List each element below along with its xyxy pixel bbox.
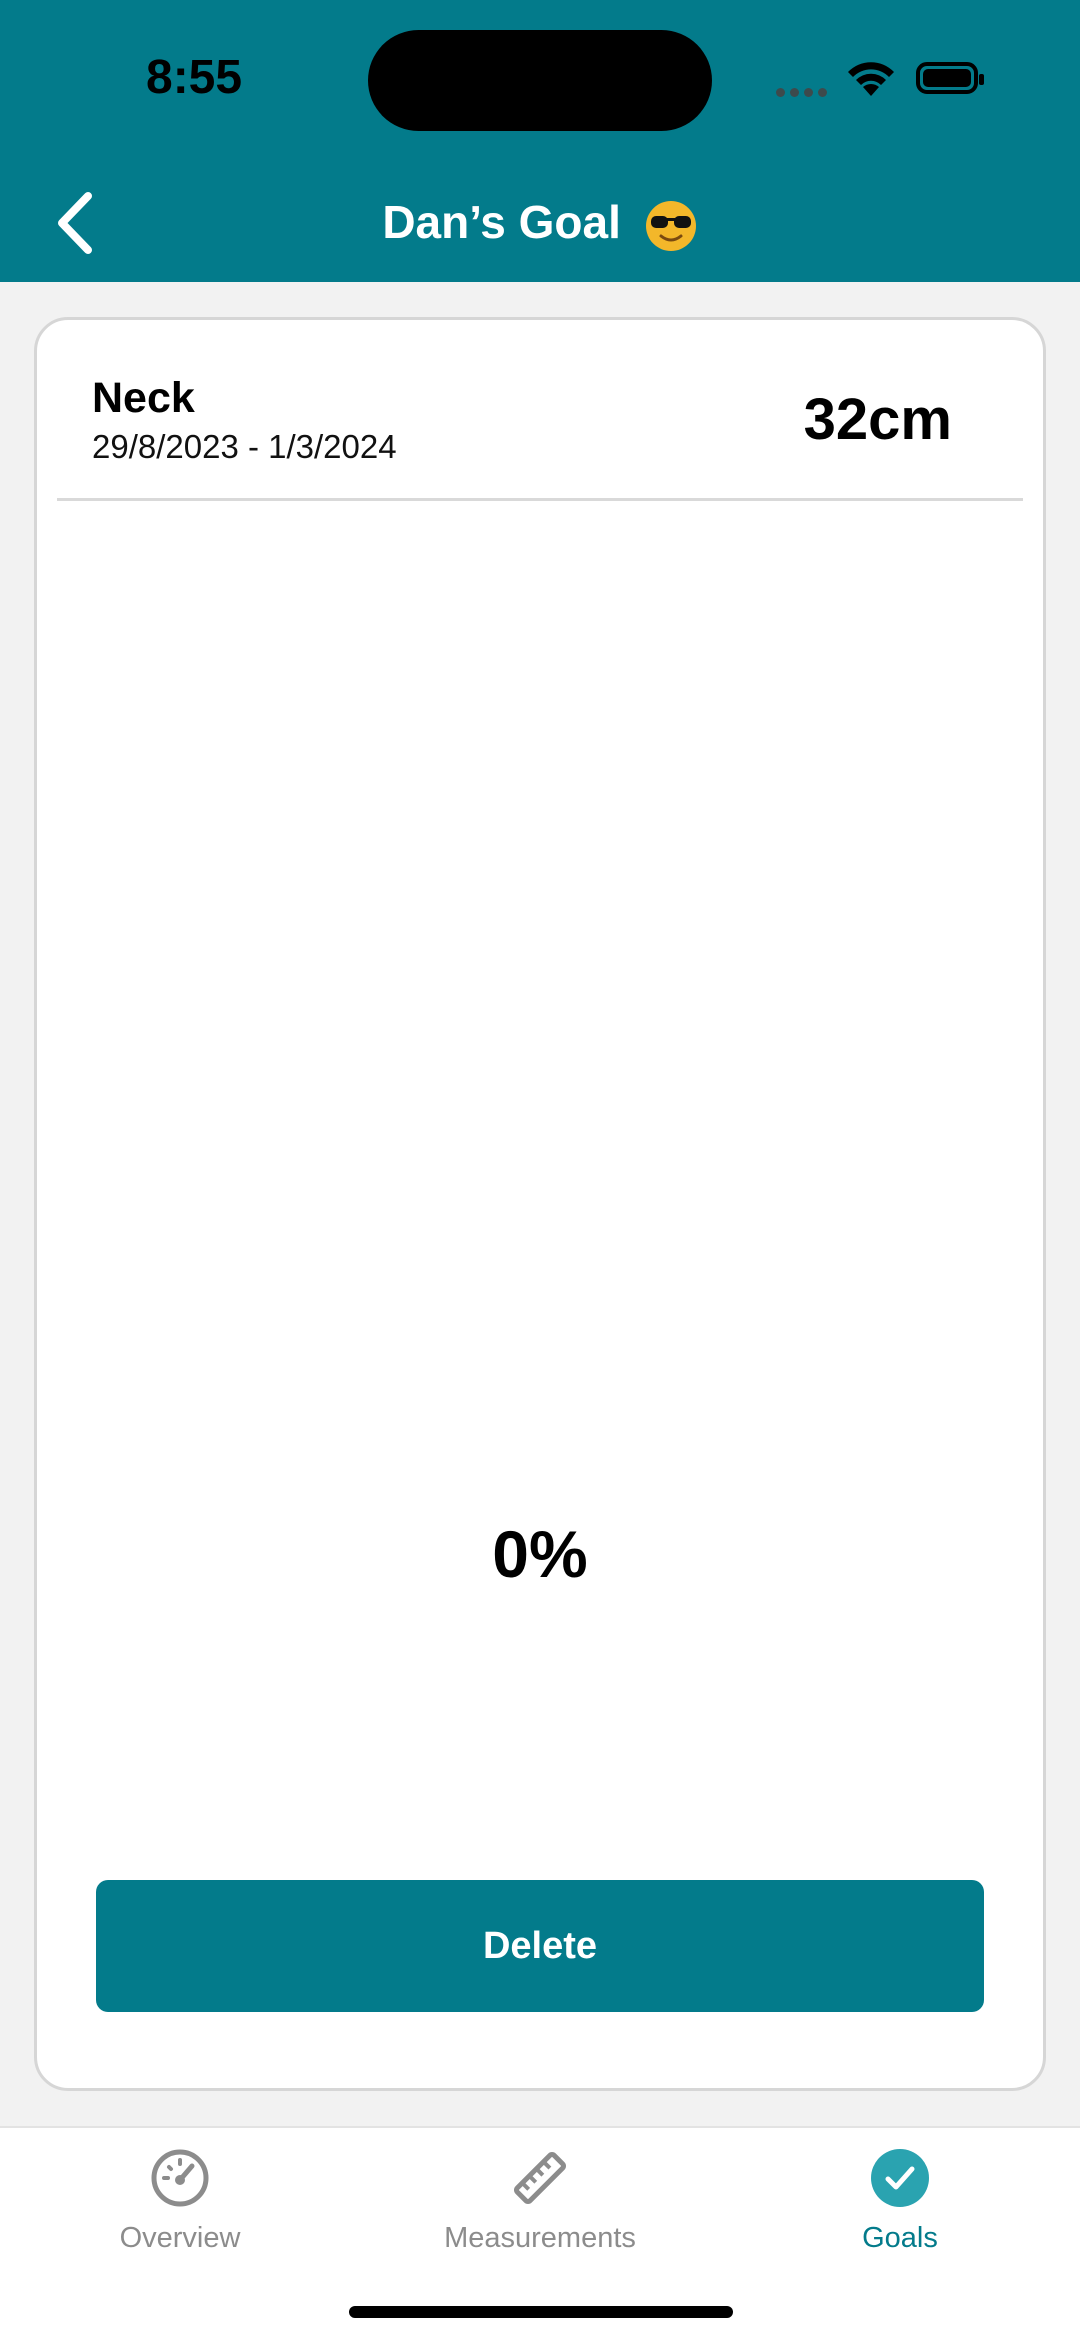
tab-measurements[interactable]: Measurements [390,2148,690,2255]
signal-dots-icon [776,88,827,97]
header: 8:55 Dan’s Goal [0,0,1080,282]
battery-icon [916,62,984,94]
goal-target: 32cm [803,387,952,452]
checkmark-circle-icon [871,2149,929,2207]
page-title-text: Dan’s Goal [382,196,621,248]
sunglasses-emoji-icon [645,200,696,251]
ruler-icon [513,2151,567,2205]
goal-date-range: 29/8/2023 - 1/3/2024 [92,428,397,465]
delete-button[interactable]: Delete [96,1880,984,2012]
divider [57,498,1023,501]
tab-overview-label: Overview [119,2222,241,2254]
tab-measurements-label: Measurements [444,2222,636,2254]
page-title: Dan’s Goal [0,195,1080,253]
speedometer-icon [151,2149,209,2207]
tab-goals[interactable]: Goals [750,2148,1050,2255]
goal-name: Neck [92,374,195,422]
home-indicator [349,2306,733,2318]
wifi-icon [848,62,894,96]
dynamic-island [368,30,712,131]
progress-percentage: 0% [492,1517,588,1591]
tab-goals-label: Goals [862,2222,938,2254]
tab-overview[interactable]: Overview [30,2148,330,2255]
status-time: 8:55 [146,51,243,104]
goal-card [34,317,1046,2091]
